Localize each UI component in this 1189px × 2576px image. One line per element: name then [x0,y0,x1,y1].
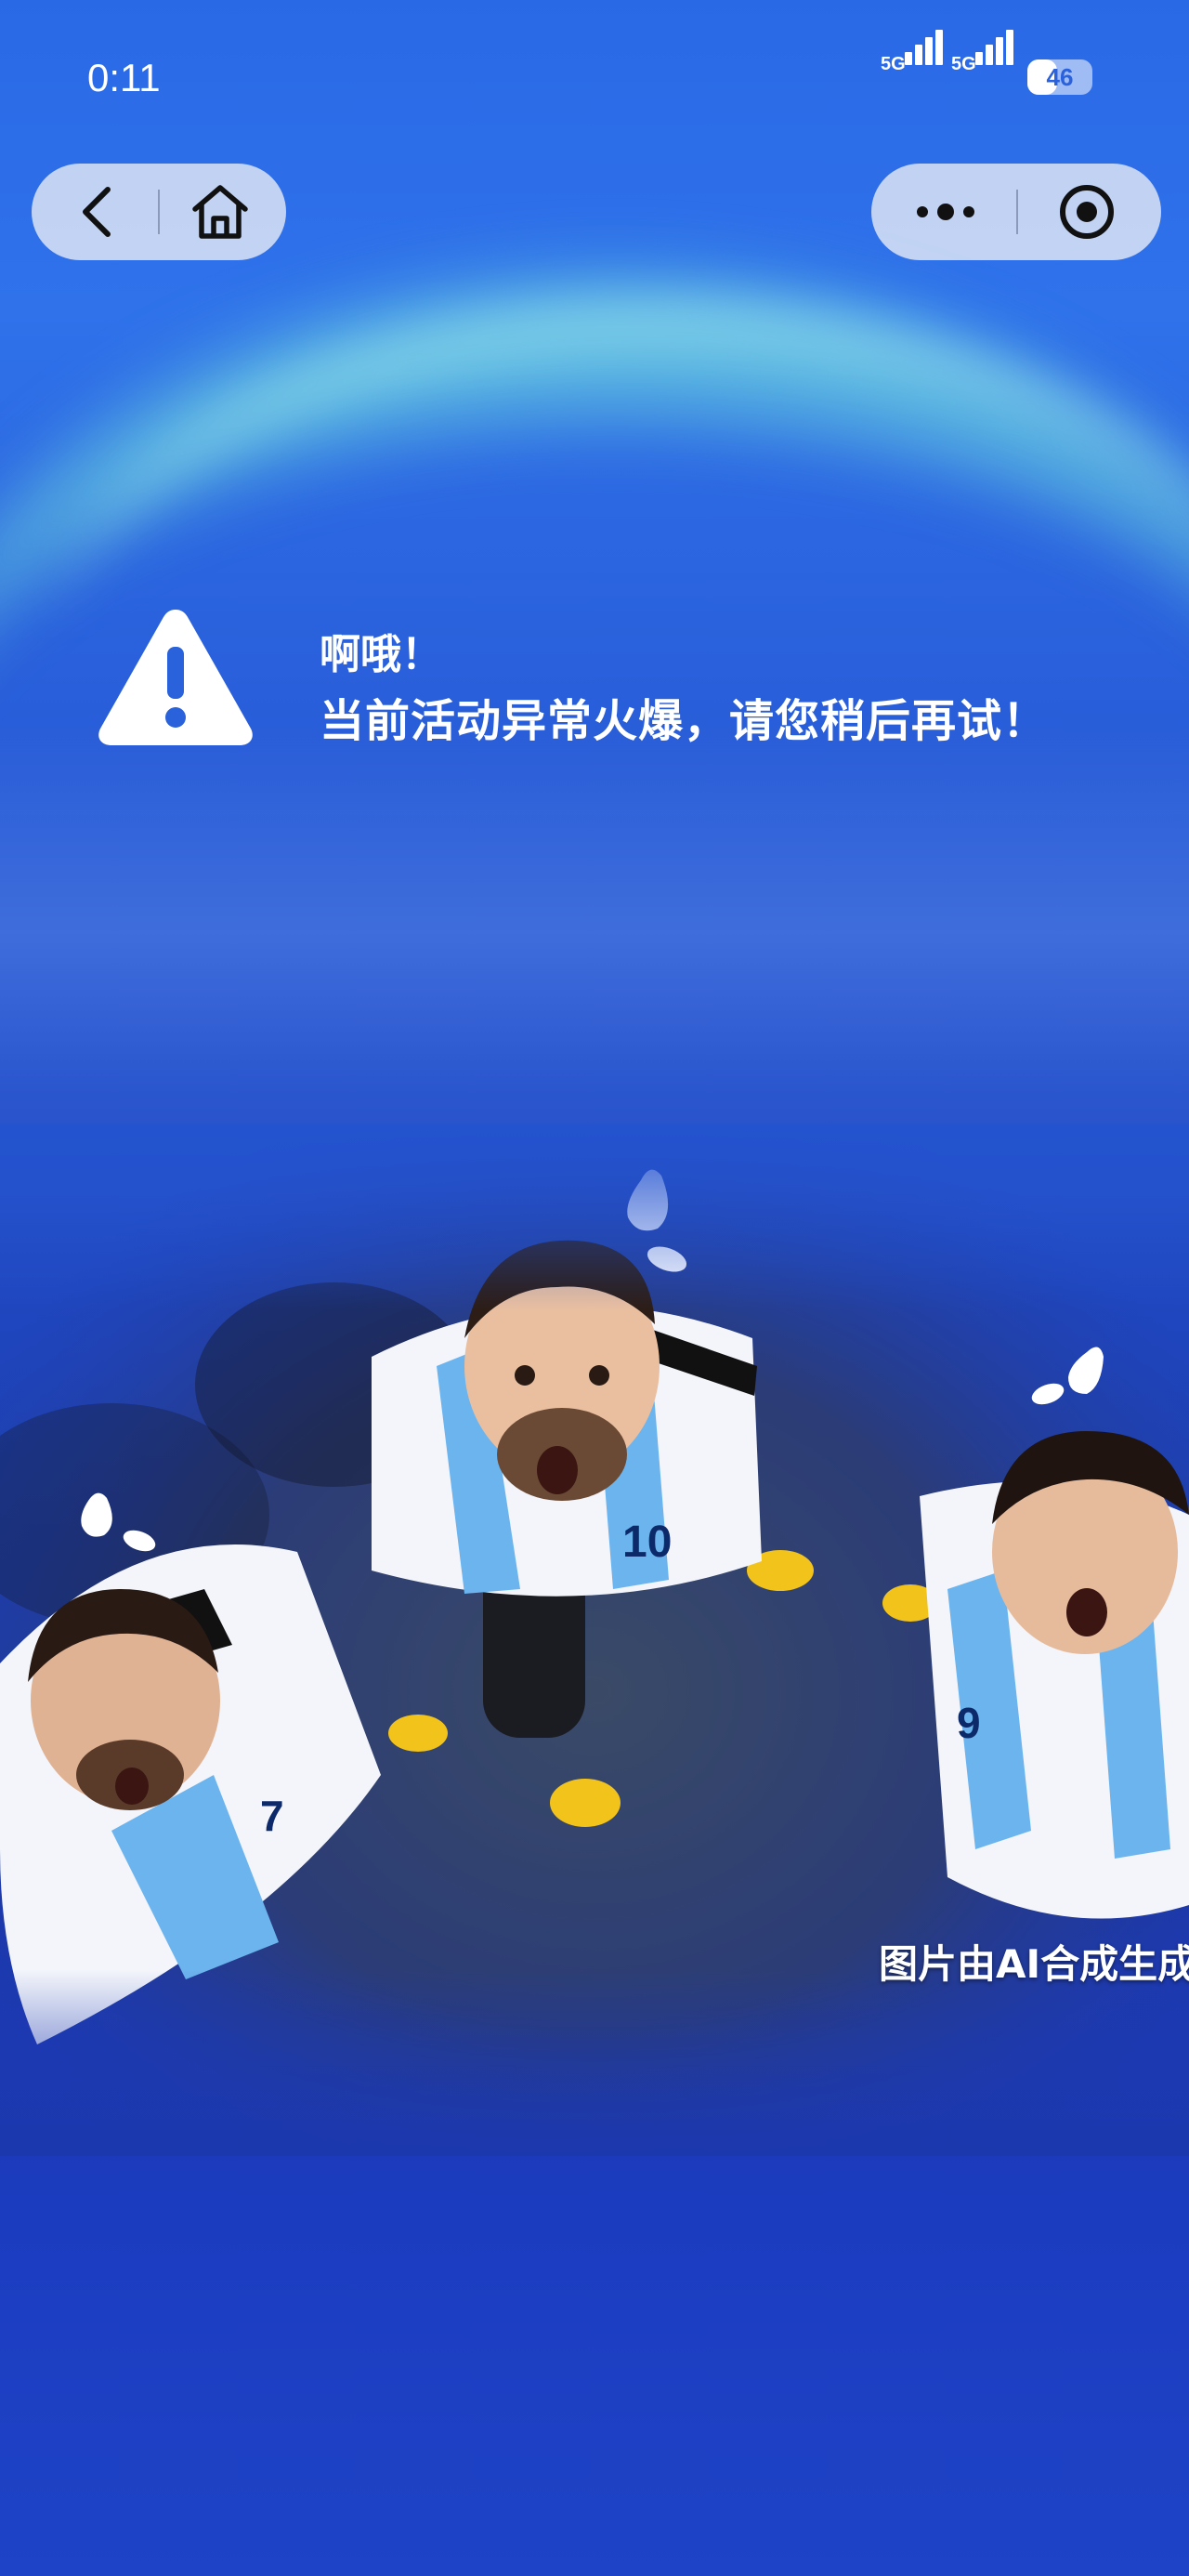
target-circle-icon [1060,185,1114,239]
close-button[interactable] [1031,164,1143,260]
back-button[interactable] [50,164,143,260]
page: 0:11 5G 5G 46 啊哦！ 当前活动异常火爆，请您稍后再试！ 图片由AI… [0,0,1189,2576]
notice-title: 啊哦！ [320,631,442,678]
status-time: 0:11 [87,56,161,99]
battery-level: 46 [1046,63,1074,91]
capsule-divider [158,190,160,234]
nav-capsule [32,164,286,260]
more-button[interactable] [890,164,1001,260]
notice-message: 当前活动异常火爆，请您稍后再试！ [320,695,1049,747]
home-icon [192,185,248,239]
home-button[interactable] [169,164,271,260]
network-label-2: 5G [951,54,976,74]
hero-illustration: 10 7 9 [0,1124,1189,2156]
signal-icon: 5G [881,30,947,99]
menu-capsule [871,164,1161,260]
signal-icon-2: 5G [951,30,1018,99]
chevron-left-icon [83,187,111,237]
hero-fade [0,1124,1189,2156]
ai-generated-note: 图片由AI合成生成 [879,1941,1189,1987]
battery-icon: 46 [1027,59,1092,95]
capsule-divider [1016,190,1018,234]
more-dots-icon [917,204,974,220]
warning-triangle-icon [98,610,253,745]
network-label: 5G [881,54,906,74]
